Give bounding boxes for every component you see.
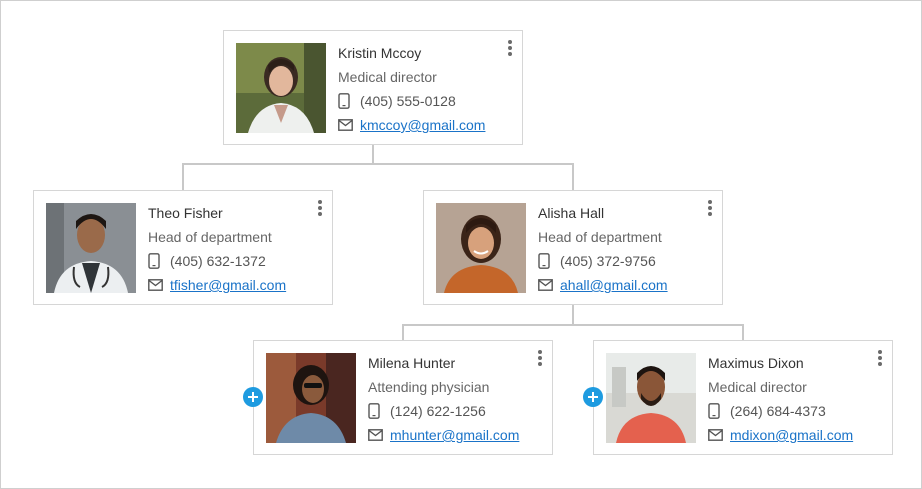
phone-row: (405) 555-0128 <box>338 93 456 109</box>
phone-row: (405) 372-9756 <box>538 253 656 269</box>
connector-line <box>372 145 374 164</box>
phone-row: (264) 684-4373 <box>708 403 826 419</box>
avatar-photo <box>436 203 526 293</box>
avatar-photo <box>46 203 136 293</box>
person-card[interactable]: Maximus Dixon Medical director (264) 684… <box>593 340 893 455</box>
phone-icon <box>338 93 360 109</box>
email-link[interactable]: tfisher@gmail.com <box>170 277 286 293</box>
mail-icon <box>368 429 390 441</box>
phone-icon <box>708 403 730 419</box>
phone-icon <box>538 253 560 269</box>
person-card[interactable]: Kristin Mccoy Medical director (405) 555… <box>223 30 523 145</box>
phone-row: (124) 622-1256 <box>368 403 486 419</box>
phone-icon <box>368 403 390 419</box>
person-name: Alisha Hall <box>538 205 605 221</box>
email-row: mdixon@gmail.com <box>708 427 853 443</box>
phone-row: (405) 632-1372 <box>148 253 266 269</box>
phone-icon <box>148 253 170 269</box>
phone-number: (405) 632-1372 <box>170 253 266 269</box>
person-role: Medical director <box>338 69 437 85</box>
person-card[interactable]: Alisha Hall Head of department (405) 372… <box>423 190 723 305</box>
person-card[interactable]: Milena Hunter Attending physician (124) … <box>253 340 553 455</box>
person-name: Milena Hunter <box>368 355 456 371</box>
email-link[interactable]: mhunter@gmail.com <box>390 427 519 443</box>
phone-number: (405) 555-0128 <box>360 93 456 109</box>
more-vertical-icon[interactable] <box>704 199 716 217</box>
more-vertical-icon[interactable] <box>504 39 516 57</box>
connector-line <box>182 163 184 190</box>
connector-line <box>572 163 574 190</box>
connector-line <box>182 163 574 165</box>
person-name: Maximus Dixon <box>708 355 804 371</box>
email-row: kmccoy@gmail.com <box>338 117 485 133</box>
phone-number: (124) 622-1256 <box>390 403 486 419</box>
email-row: tfisher@gmail.com <box>148 277 286 293</box>
email-row: ahall@gmail.com <box>538 277 668 293</box>
phone-number: (264) 684-4373 <box>730 403 826 419</box>
person-role: Attending physician <box>368 379 490 395</box>
mail-icon <box>338 119 360 131</box>
person-card[interactable]: Theo Fisher Head of department (405) 632… <box>33 190 333 305</box>
mail-icon <box>148 279 170 291</box>
more-vertical-icon[interactable] <box>314 199 326 217</box>
email-row: mhunter@gmail.com <box>368 427 519 443</box>
connector-line <box>572 305 574 325</box>
person-role: Head of department <box>148 229 272 245</box>
person-role: Medical director <box>708 379 807 395</box>
person-role: Head of department <box>538 229 662 245</box>
connector-line <box>402 324 744 326</box>
org-chart-canvas: Kristin Mccoy Medical director (405) 555… <box>0 0 922 489</box>
avatar-photo <box>266 353 356 443</box>
mail-icon <box>538 279 560 291</box>
more-vertical-icon[interactable] <box>874 349 886 367</box>
email-link[interactable]: kmccoy@gmail.com <box>360 117 485 133</box>
person-name: Theo Fisher <box>148 205 223 221</box>
email-link[interactable]: mdixon@gmail.com <box>730 427 853 443</box>
more-vertical-icon[interactable] <box>534 349 546 367</box>
connector-line <box>742 324 744 340</box>
phone-number: (405) 372-9756 <box>560 253 656 269</box>
mail-icon <box>708 429 730 441</box>
plus-circle-icon[interactable] <box>583 387 603 407</box>
avatar-photo <box>236 43 326 133</box>
email-link[interactable]: ahall@gmail.com <box>560 277 668 293</box>
plus-circle-icon[interactable] <box>243 387 263 407</box>
connector-line <box>402 324 404 340</box>
person-name: Kristin Mccoy <box>338 45 422 61</box>
avatar-photo <box>606 353 696 443</box>
